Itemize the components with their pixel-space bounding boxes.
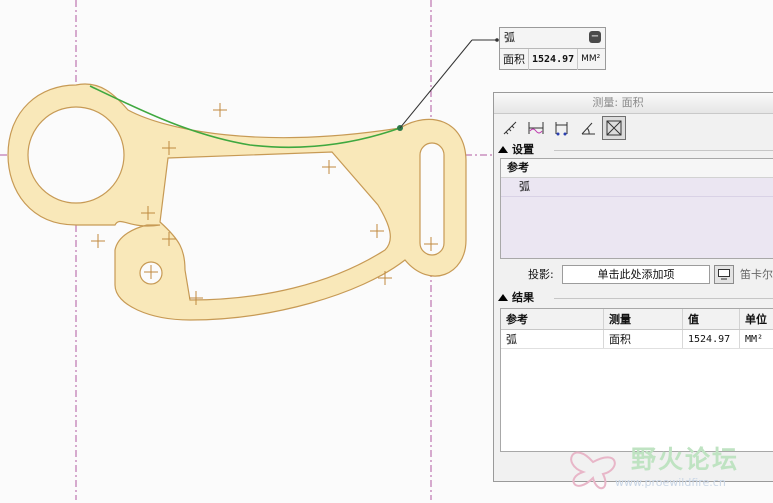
watermark-url: www.proewildfire.cn xyxy=(615,476,726,489)
collapse-triangle-icon[interactable] xyxy=(498,146,508,153)
area-tool-icon[interactable] xyxy=(602,116,626,140)
col-measure[interactable]: 测量 xyxy=(604,309,683,330)
projection-row: 投影: 单击此处添加项 笛卡尔 xyxy=(494,262,773,286)
callout-value: 1524.97 xyxy=(529,49,578,70)
measure-panel: 测量: 面积 设置 参考 弧 投影: 单击此处添加项 笛卡尔 xyxy=(493,92,773,482)
watermark-brand: 野火论坛 xyxy=(631,440,739,476)
length-tool-icon[interactable] xyxy=(524,116,548,140)
cell-unit: MM² xyxy=(740,330,773,349)
measure-callout[interactable]: 弧 − 面积 1524.97 MM² xyxy=(499,27,606,70)
cell-reference: 弧 xyxy=(501,330,604,349)
settings-label: 设置 xyxy=(512,143,534,156)
cartesian-option[interactable]: 笛卡尔 xyxy=(740,266,773,282)
panel-title: 测量: 面积 xyxy=(494,93,773,114)
measure-toolbar xyxy=(494,114,773,142)
projection-label: 投影: xyxy=(528,266,562,282)
settings-section-header[interactable]: 设置 xyxy=(494,142,773,158)
projection-view-button[interactable] xyxy=(714,265,734,284)
distance-tool-icon[interactable] xyxy=(498,116,522,140)
col-value[interactable]: 值 xyxy=(683,309,740,330)
projection-collector[interactable]: 单击此处添加项 xyxy=(562,265,710,284)
col-reference[interactable]: 参考 xyxy=(501,309,604,330)
reference-item[interactable]: 弧 xyxy=(501,178,773,197)
diameter-tool-icon[interactable] xyxy=(550,116,574,140)
callout-unit: MM² xyxy=(578,49,603,70)
callout-measure: 面积 xyxy=(500,49,529,70)
collapse-triangle-icon[interactable] xyxy=(498,294,508,301)
cell-measure: 面积 xyxy=(604,330,683,349)
reference-header: 参考 xyxy=(501,159,773,178)
results-table: 参考 测量 值 单位 弧 面积 1524.97 MM² xyxy=(500,308,773,452)
reference-collector[interactable]: 参考 弧 xyxy=(500,158,773,259)
callout-leader xyxy=(400,40,472,128)
results-section-header[interactable]: 结果 xyxy=(494,290,773,306)
part-slot xyxy=(420,143,444,255)
table-row[interactable]: 弧 面积 1524.97 MM² xyxy=(501,330,773,349)
cell-value: 1524.97 xyxy=(683,330,740,349)
callout-title: 弧 xyxy=(504,31,515,44)
watermark: 野火论坛 www.proewildfire.cn xyxy=(563,434,773,498)
results-label: 结果 xyxy=(512,291,534,304)
part-bore-hole xyxy=(28,107,124,203)
angle-tool-icon[interactable] xyxy=(576,116,600,140)
monitor-icon xyxy=(718,269,730,280)
col-unit[interactable]: 单位 xyxy=(740,309,773,330)
minimize-icon[interactable]: − xyxy=(589,31,601,43)
